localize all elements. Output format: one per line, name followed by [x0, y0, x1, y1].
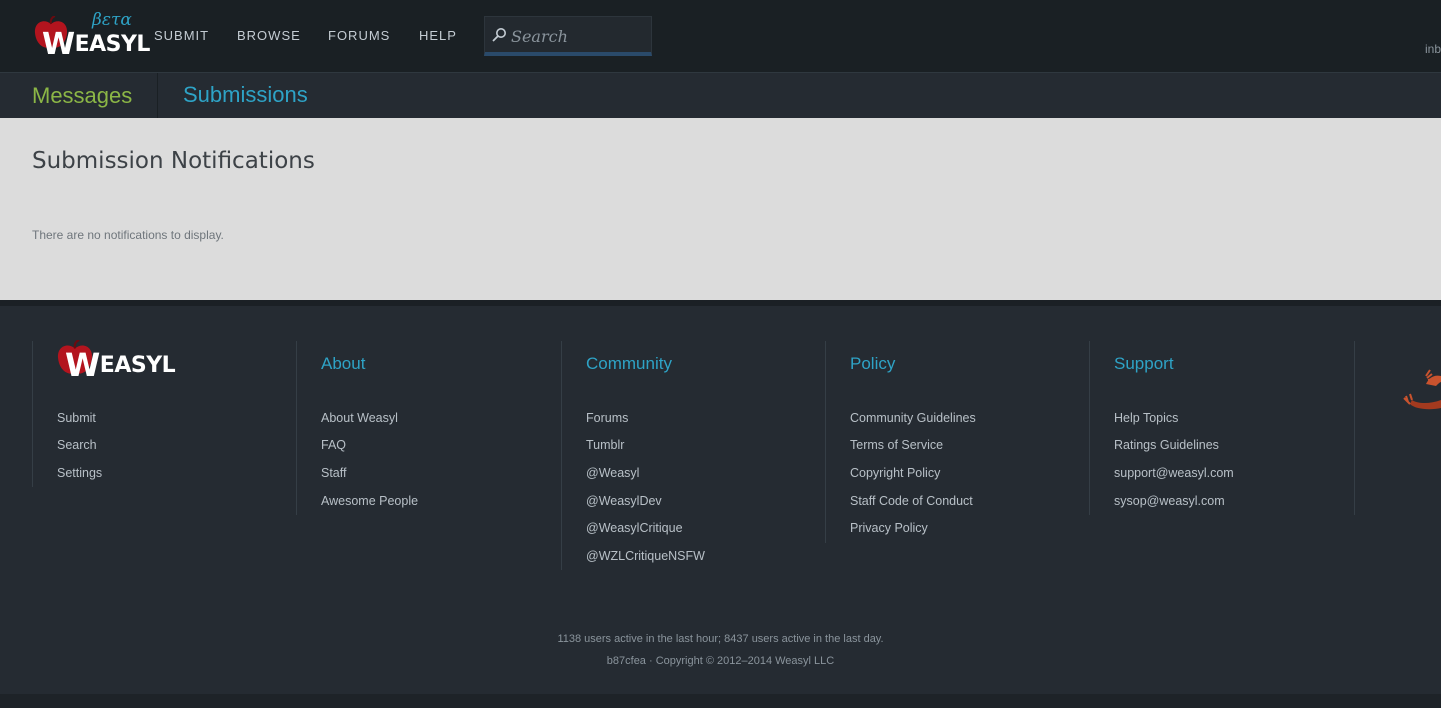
footer-link-copyright-policy[interactable]: Copyright Policy: [850, 466, 940, 480]
footer-about-column: About About Weasyl FAQ Staff Awesome Peo…: [296, 341, 561, 515]
footer-link-terms-of-service[interactable]: Terms of Service: [850, 438, 943, 452]
footer-weasyl-logo[interactable]: WEASYL: [57, 334, 177, 384]
nav-forums[interactable]: Forums: [328, 28, 390, 43]
main-content: Submission Notifications There are no no…: [0, 118, 1441, 300]
search-box[interactable]: [484, 16, 652, 56]
footer-link-staff[interactable]: Staff: [321, 466, 346, 480]
footer-community-heading: Community: [586, 354, 672, 373]
inbox-link[interactable]: inb: [1425, 42, 1441, 56]
page-title: Submission Notifications: [32, 148, 315, 174]
footer-support-column: Support Help Topics Ratings Guidelines s…: [1089, 341, 1355, 515]
footer-link-about-weasyl[interactable]: About Weasyl: [321, 411, 398, 425]
weasyl-logo[interactable]: WEASYL βετα: [32, 10, 150, 62]
footer-link-help-topics[interactable]: Help Topics: [1114, 411, 1178, 425]
empty-message: There are no notifications to display.: [32, 228, 224, 242]
footer-link-ratings-guidelines[interactable]: Ratings Guidelines: [1114, 438, 1219, 452]
footer-link-settings[interactable]: Settings: [57, 466, 102, 480]
footer-user-stats: 1138 users active in the last hour; 8437…: [557, 633, 884, 645]
footer-link-tumblr[interactable]: Tumblr: [586, 438, 624, 452]
bottom-strip: [0, 694, 1441, 708]
footer-link-community-guidelines[interactable]: Community Guidelines: [850, 411, 976, 425]
tab-messages[interactable]: Messages: [0, 73, 158, 118]
nav-browse[interactable]: Browse: [237, 28, 301, 43]
footer-link-privacy-policy[interactable]: Privacy Policy: [850, 521, 928, 535]
footer-link-support-email[interactable]: support@weasyl.com: [1114, 466, 1234, 480]
footer-link-awesome-people[interactable]: Awesome People: [321, 494, 418, 508]
tab-messages-label: Messages: [32, 83, 133, 108]
footer-community-column: Community Forums Tumblr @Weasyl @WeasylD…: [561, 341, 825, 570]
footer-policy-column: Policy Community Guidelines Terms of Ser…: [825, 341, 1089, 543]
nav-submit[interactable]: Submit: [154, 28, 209, 43]
weasel-mascot-icon: [1403, 369, 1441, 410]
footer-copyright: b87cfea · Copyright © 2012–2014 Weasyl L…: [606, 655, 835, 667]
footer-about-heading: About: [321, 354, 366, 373]
footer-link-weasylcritique-twitter[interactable]: @WeasylCritique: [586, 521, 683, 535]
footer-link-sysop-email[interactable]: sysop@weasyl.com: [1114, 494, 1225, 508]
footer-link-faq[interactable]: FAQ: [321, 438, 346, 452]
top-navbar: WEASYL βετα Submit Browse Forums Help in…: [0, 0, 1441, 73]
footer-link-forums[interactable]: Forums: [586, 411, 628, 425]
footer-link-staff-code-of-conduct[interactable]: Staff Code of Conduct: [850, 494, 973, 508]
message-tabs: Messages Submissions: [0, 73, 1441, 119]
nav-help[interactable]: Help: [419, 28, 457, 43]
footer-link-weasyl-twitter[interactable]: @Weasyl: [586, 466, 639, 480]
footer-link-wzlcritiquensfw-twitter[interactable]: @WZLCritiqueNSFW: [586, 549, 705, 563]
footer-link-submit[interactable]: Submit: [57, 411, 96, 425]
tab-submissions[interactable]: Submissions: [183, 82, 308, 108]
search-icon: [492, 28, 506, 42]
beta-label: βετα: [92, 10, 132, 30]
search-input[interactable]: [509, 23, 651, 49]
footer-logo-wordmark: WEASYL: [65, 346, 176, 384]
footer-link-weasyldev-twitter[interactable]: @WeasylDev: [586, 494, 662, 508]
footer-link-search[interactable]: Search: [57, 438, 97, 452]
footer-support-heading: Support: [1114, 354, 1174, 373]
footer-policy-heading: Policy: [850, 354, 896, 373]
content-divider: [0, 300, 1441, 306]
